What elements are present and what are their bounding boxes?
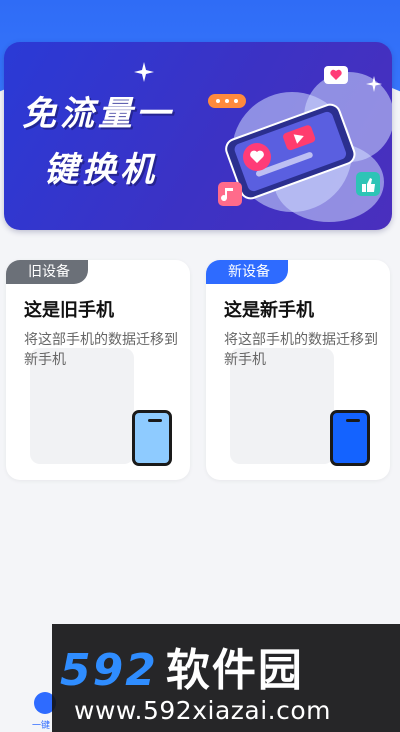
card-description: 将这部手机的数据迁移到新手机 [224,332,378,368]
watermark-logo: 592 软件园 [60,634,304,698]
new-phone-icon [330,410,370,466]
new-device-card[interactable]: 新设备 这是新手机 将这部手机的数据迁移到新手机 [206,260,390,480]
watermark-name: 软件园 [165,645,304,696]
old-device-tag: 旧设备 [6,260,88,284]
music-note-icon [218,182,242,206]
card-title: 这是旧手机 [24,300,114,321]
watermark-overlay: 592 软件园 www.592xiazai.com [52,624,400,732]
watermark-url: www.592xiazai.com [74,696,331,725]
chat-bubble-icon [208,94,246,108]
old-phone-icon [132,410,172,466]
new-device-tag: 新设备 [206,260,288,284]
promo-banner[interactable]: 免流量一 键换机 [4,42,392,230]
nav-home-label[interactable]: 一键 [32,718,50,731]
sparkle-icon [366,76,382,92]
banner-title-line1: 免流量一 [22,94,174,134]
card-description: 将这部手机的数据迁移到新手机 [24,332,178,368]
card-title: 这是新手机 [224,300,314,321]
watermark-number: 592 [60,645,158,696]
heart-icon [243,143,271,171]
sparkle-icon [134,62,154,82]
banner-title-line2: 键换机 [44,150,158,190]
old-device-card[interactable]: 旧设备 这是旧手机 将这部手机的数据迁移到新手机 [6,260,190,480]
chat-heart-icon [324,66,348,84]
thumbs-up-icon [356,172,380,196]
